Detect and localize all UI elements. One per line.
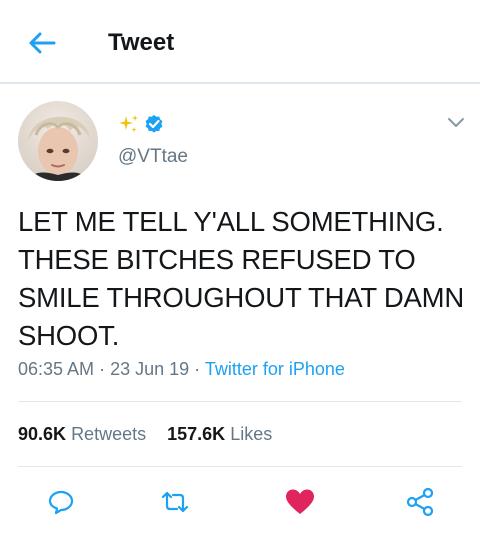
tweet-text: LET ME TELL Y'ALL SOMETHING. THESE BITCH… (18, 203, 468, 355)
tweet-source-link[interactable]: Twitter for iPhone (205, 359, 345, 379)
separator: · (194, 359, 205, 379)
tweet-time: 06:35 AM (18, 359, 95, 379)
tweet-line: LET ME TELL Y'ALL SOMETHING. (18, 206, 444, 237)
page-title: Tweet (108, 29, 175, 56)
share-button[interactable] (402, 484, 438, 520)
avatar-image (18, 101, 98, 181)
tweet-meta: 06:35 AM · 23 Jun 19 · Twitter for iPhon… (18, 359, 345, 380)
tweet-date: 23 Jun 19 (110, 359, 190, 379)
heart-icon (286, 489, 314, 514)
more-options-button[interactable] (446, 116, 466, 130)
divider (18, 466, 462, 467)
top-bar: Tweet (0, 0, 480, 84)
user-handle[interactable]: @VTtae (118, 146, 188, 168)
verified-badge-icon (145, 115, 163, 133)
reply-icon (48, 490, 74, 515)
share-icon (406, 487, 434, 517)
tweet-line: SHOOT. (18, 320, 120, 351)
tweet-line: THESE BITCHES REFUSED TO (18, 244, 416, 275)
retweet-button[interactable] (157, 484, 193, 520)
likes-count: 157.6K (167, 424, 226, 444)
retweets-stat[interactable]: 90.6K Retweets (18, 424, 146, 444)
likes-label: Likes (230, 424, 273, 444)
retweet-icon (161, 491, 189, 513)
chevron-down-icon (448, 118, 464, 127)
sparkles-icon (119, 115, 138, 133)
display-name[interactable] (118, 112, 164, 136)
retweets-count: 90.6K (18, 424, 67, 444)
back-button[interactable] (26, 30, 58, 56)
likes-stat[interactable]: 157.6K Likes (167, 424, 272, 444)
action-bar (0, 484, 480, 520)
separator: · (99, 359, 111, 379)
reply-button[interactable] (43, 484, 79, 520)
tweet-line: SMILE THROUGHOUT THAT DAMN (18, 282, 465, 313)
divider (18, 401, 462, 402)
arrow-left-icon (29, 32, 56, 54)
retweets-label: Retweets (71, 424, 147, 444)
tweet-stats: 90.6K Retweets 157.6K Likes (18, 424, 288, 445)
avatar[interactable] (18, 101, 98, 181)
like-button[interactable] (282, 484, 318, 520)
